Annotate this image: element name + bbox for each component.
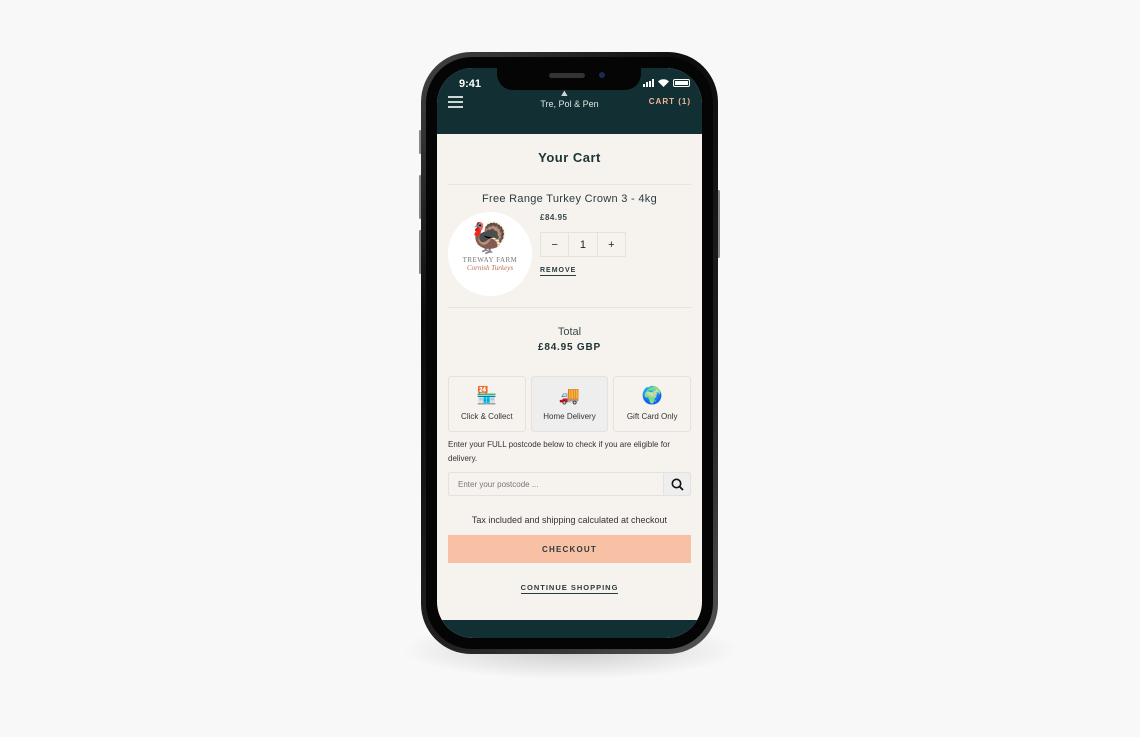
cart-link[interactable]: CART (1) [649,97,691,106]
divider [448,307,691,308]
site-header: 9:41 ⛰ Tre, Pol & Pen CART (1) [437,68,702,134]
battery-icon [673,79,690,87]
shop-icon: 🏪 [476,386,498,405]
notch [497,68,641,90]
wifi-icon [658,79,669,87]
total-value: £84.95 GBP [537,342,602,353]
screen: 9:41 ⛰ Tre, Pol & Pen CART (1) Your Cart… [437,68,702,638]
product-name[interactable]: Free Range Turkey Crown 3 - 4kg [437,193,702,205]
tax-note: Tax included and shipping calculated at … [471,515,668,525]
image-brand-line1: TREWAY FARM [462,256,518,264]
search-button[interactable] [663,473,690,495]
option-home-delivery[interactable]: 🚚 Home Delivery [530,376,609,432]
status-icons [643,79,690,87]
image-brand-line2: Cornish Turkeys [466,264,514,272]
turkey-icon: 🦃 [471,222,509,255]
option-label: Home Delivery [543,412,596,421]
total-label: Total [557,326,582,338]
postcode-search [448,472,691,496]
option-label: Gift Card Only [626,412,678,421]
option-click-collect[interactable]: 🏪 Click & Collect [448,376,526,432]
signal-icon [643,79,654,87]
brand-logo-icon: ⛰ [561,89,568,98]
site-footer [437,620,702,638]
quantity-stepper: − 1 + [540,232,626,257]
remove-link[interactable]: REMOVE [540,267,577,276]
search-icon [671,478,684,491]
status-time: 9:41 [459,78,482,90]
phone-frame: 9:41 ⛰ Tre, Pol & Pen CART (1) Your Cart… [421,52,718,654]
product-price: £84.95 [540,213,568,222]
page-title: Your Cart [538,150,601,165]
continue-shopping-link[interactable]: CONTINUE SHOPPING [520,583,619,594]
divider [448,184,691,185]
decrement-button[interactable]: − [541,233,570,256]
option-gift-card[interactable]: 🌍 Gift Card Only [613,376,692,432]
delivery-options: 🏪 Click & Collect 🚚 Home Delivery 🌍 Gift… [448,376,692,432]
globe-icon: 🌍 [641,386,663,405]
truck-icon: 🚚 [558,386,581,405]
postcode-note: Enter your FULL postcode below to check … [448,440,671,463]
quantity-value[interactable]: 1 [569,233,598,256]
postcode-input[interactable] [449,473,663,495]
checkout-button[interactable]: CHECKOUT [448,535,691,563]
option-label: Click & Collect [461,412,513,421]
increment-button[interactable]: + [598,233,625,256]
product-image[interactable]: 🦃 TREWAY FARM Cornish Turkeys [448,212,532,296]
